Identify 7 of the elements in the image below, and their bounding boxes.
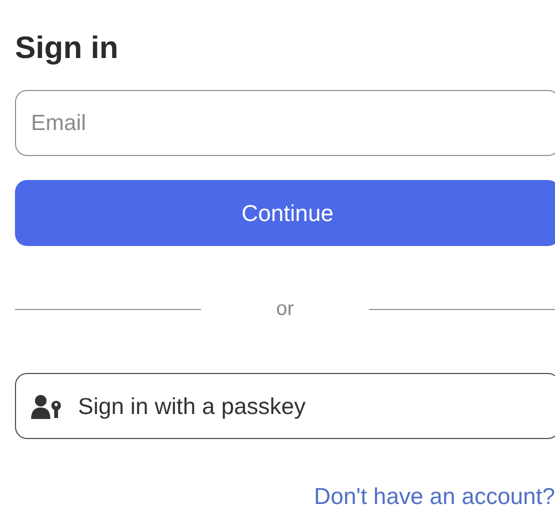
page-title: Sign in — [15, 29, 118, 67]
email-field[interactable]: Email — [15, 90, 555, 156]
continue-button[interactable]: Continue — [15, 180, 555, 246]
divider-label: or — [275, 298, 295, 321]
user-key-icon — [31, 394, 62, 418]
passkey-button[interactable]: Sign in with a passkey — [15, 373, 555, 439]
signup-link[interactable]: Don't have an account? — [314, 483, 555, 510]
